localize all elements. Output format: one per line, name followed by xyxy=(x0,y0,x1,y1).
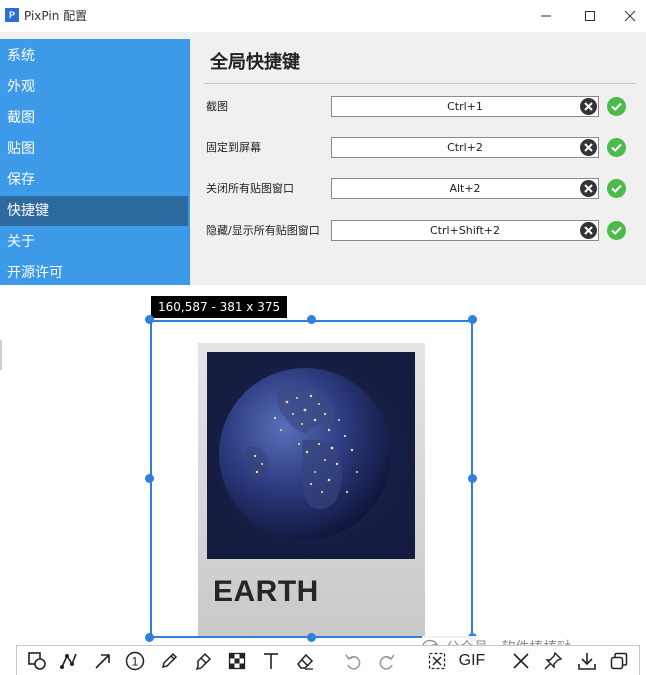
hotkey-label-toggle-all-pins: 隐藏/显示所有贴图窗口 xyxy=(206,224,320,237)
copy-icon xyxy=(610,652,628,670)
resize-handle-bottom[interactable] xyxy=(307,633,316,642)
pin-button[interactable] xyxy=(541,649,565,673)
sidebar-item-system[interactable]: 系统 xyxy=(0,41,188,71)
settings-window: P PixPin 配置 系统 外观 截图 贴图 保存 快捷键 关于 开源许可 全… xyxy=(0,0,646,285)
close-window-button[interactable] xyxy=(614,4,646,28)
sidebar-item-pin[interactable]: 贴图 xyxy=(0,134,188,164)
text-tool-button[interactable] xyxy=(259,649,283,673)
pixpin-logo-icon: P xyxy=(5,8,19,22)
number-marker-tool-button[interactable]: 1 xyxy=(123,649,147,673)
hotkeys-panel: 全局快捷键 截图 Ctrl+1 固定到屏幕 Ctrl+2 关闭所有贴图窗口 Al… xyxy=(196,39,646,285)
sidebar-item-screenshot[interactable]: 截图 xyxy=(0,103,188,133)
gif-label: GIF xyxy=(458,652,486,669)
save-button[interactable] xyxy=(575,649,599,673)
capture-selection-box[interactable] xyxy=(150,320,473,638)
svg-text:1: 1 xyxy=(132,655,139,669)
clear-hotkey-icon[interactable] xyxy=(580,180,597,197)
redo-button[interactable] xyxy=(375,649,399,673)
shape-tool-button[interactable] xyxy=(25,649,49,673)
sidebar-item-hotkeys[interactable]: 快捷键 xyxy=(0,196,188,226)
undo-button[interactable] xyxy=(341,649,365,673)
title-bar[interactable]: P PixPin 配置 xyxy=(0,0,646,32)
arrow-icon xyxy=(95,654,110,669)
mosaic-icon xyxy=(228,652,246,670)
clear-hotkey-icon[interactable] xyxy=(580,98,597,115)
pin-icon xyxy=(544,651,563,670)
selection-size-tooltip: 160,587 - 381 x 375 xyxy=(151,296,288,318)
hotkey-label-pin-to-screen: 固定到屏幕 xyxy=(206,141,261,154)
resize-handle-top-right[interactable] xyxy=(468,315,477,324)
gif-record-button[interactable]: GIF xyxy=(455,649,489,673)
clear-hotkey-icon[interactable] xyxy=(580,139,597,156)
maximize-button[interactable] xyxy=(570,4,610,28)
number-circle-icon: 1 xyxy=(125,651,145,671)
eraser-tool-button[interactable] xyxy=(293,649,317,673)
polyline-icon xyxy=(60,653,77,669)
arrow-tool-button[interactable] xyxy=(91,649,115,673)
pencil-icon xyxy=(161,652,178,669)
sidebar-item-save[interactable]: 保存 xyxy=(0,165,188,195)
divider xyxy=(204,83,636,84)
window-edge xyxy=(0,340,2,370)
text-icon xyxy=(264,653,278,669)
resize-handle-right[interactable] xyxy=(468,474,477,483)
page-title: 全局快捷键 xyxy=(210,52,300,73)
cancel-button[interactable] xyxy=(509,649,533,673)
hotkey-label-close-all-pins: 关闭所有贴图窗口 xyxy=(206,182,294,195)
highlighter-tool-button[interactable] xyxy=(191,649,215,673)
maximize-icon xyxy=(585,11,595,21)
resize-handle-left[interactable] xyxy=(145,474,154,483)
sidebar-item-appearance[interactable]: 外观 xyxy=(0,72,188,102)
app-name: PixPin xyxy=(24,9,60,23)
check-icon xyxy=(607,97,626,116)
highlighter-icon xyxy=(195,652,212,671)
hotkey-field-close-all-pins[interactable]: Alt+2 xyxy=(331,178,599,199)
hotkey-label-screenshot: 截图 xyxy=(206,100,228,113)
settings-sidebar: 系统 外观 截图 贴图 保存 快捷键 关于 开源许可 xyxy=(0,39,190,285)
undo-icon xyxy=(345,654,361,670)
redo-icon xyxy=(379,654,395,670)
annotation-toolbar: 1 GIF xyxy=(16,645,640,675)
scroll-capture-button[interactable] xyxy=(425,649,449,673)
polyline-tool-button[interactable] xyxy=(57,649,81,673)
minimize-icon xyxy=(541,15,551,17)
download-icon xyxy=(578,653,596,670)
check-icon xyxy=(607,179,626,198)
shape-icon xyxy=(28,652,46,670)
resize-handle-bottom-left[interactable] xyxy=(145,633,154,642)
clear-hotkey-icon[interactable] xyxy=(580,222,597,239)
resize-handle-top-left[interactable] xyxy=(145,315,154,324)
scroll-capture-icon xyxy=(428,652,446,670)
close-icon xyxy=(513,653,529,669)
minimize-button[interactable] xyxy=(526,4,566,28)
sidebar-item-licenses[interactable]: 开源许可 xyxy=(0,258,188,288)
close-icon xyxy=(624,10,636,22)
window-title: PixPin 配置 xyxy=(24,8,87,24)
hotkey-field-pin-to-screen[interactable]: Ctrl+2 xyxy=(331,137,599,158)
hotkey-field-screenshot[interactable]: Ctrl+1 xyxy=(331,96,599,117)
pencil-tool-button[interactable] xyxy=(157,649,181,673)
check-icon xyxy=(607,221,626,240)
mosaic-tool-button[interactable] xyxy=(225,649,249,673)
resize-handle-top[interactable] xyxy=(307,315,316,324)
sidebar-item-about[interactable]: 关于 xyxy=(0,227,188,257)
hotkey-field-toggle-all-pins[interactable]: Ctrl+Shift+2 xyxy=(331,220,599,241)
copy-button[interactable] xyxy=(607,649,631,673)
eraser-icon xyxy=(297,653,314,670)
check-icon xyxy=(607,138,626,157)
window-title-text: 配置 xyxy=(63,9,88,23)
